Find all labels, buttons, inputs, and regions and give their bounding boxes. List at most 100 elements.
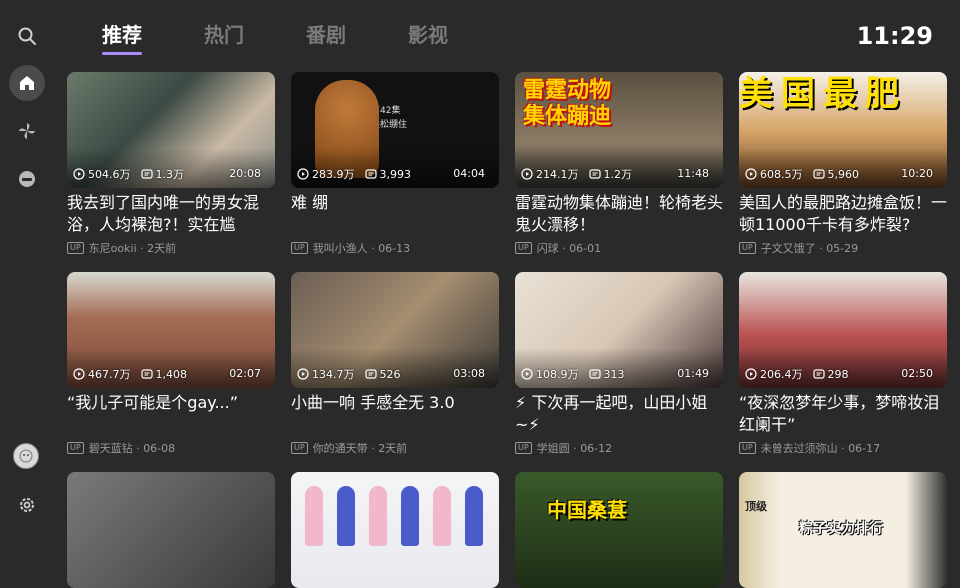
video-author[interactable]: 闪球	[537, 240, 559, 256]
up-badge: UP	[291, 442, 308, 454]
meta-separator: ·	[837, 441, 849, 455]
video-card[interactable]: 美国最肥 608.5万 5,960 10:20 美国人的最肥路边摊盒饭！一顿11…	[739, 72, 947, 256]
video-title[interactable]: 难 绷	[291, 192, 499, 236]
meta-separator: ·	[136, 241, 148, 255]
view-count: 134.7万	[312, 368, 355, 381]
video-meta: UP 我叫小渔人 · 06-13	[291, 240, 499, 256]
video-author[interactable]: 未曾去过须弥山	[761, 440, 838, 456]
video-date: 05-29	[826, 241, 859, 255]
danmaku-count: 5,960	[827, 167, 860, 181]
video-thumbnail[interactable]: 467.7万 1,408 02:07	[67, 272, 275, 388]
video-author[interactable]: 你的通天带	[313, 440, 368, 456]
view-count: 504.6万	[88, 168, 131, 181]
video-thumbnail[interactable]: 美国最肥 608.5万 5,960 10:20	[739, 72, 947, 188]
tab-movies[interactable]: 影视	[408, 20, 448, 50]
danmaku-icon	[364, 169, 377, 179]
dancer-figure	[337, 486, 355, 546]
video-card[interactable]: 467.7万 1,408 02:07 “我儿子可能是个gay...” UP 碧天…	[67, 272, 275, 456]
video-stats: 206.4万 298	[745, 366, 849, 382]
meta-separator: ·	[367, 241, 379, 255]
tab-anime[interactable]: 番剧	[306, 20, 346, 50]
video-duration: 01:49	[677, 367, 709, 380]
video-title[interactable]: ⚡ 下次再一起吧，山田小姐~⚡	[515, 392, 723, 436]
video-stats: 214.1万 1.2万	[521, 166, 632, 182]
video-card[interactable]: 顶级 粽子实力排行	[739, 472, 947, 588]
video-duration: 11:48	[677, 167, 709, 180]
video-author[interactable]: 子文又饿了	[761, 240, 816, 256]
video-stats: 608.5万 5,960	[745, 166, 859, 182]
gear-icon	[20, 498, 34, 512]
video-title[interactable]: “我儿子可能是个gay...”	[67, 392, 275, 436]
danmaku-count: 313	[603, 367, 625, 381]
video-card[interactable]: 134.7万 526 03:08 小曲一响 手感全无 3.0 UP 你的通天带 …	[291, 272, 499, 456]
thumb-side-label: 顶级	[745, 500, 767, 513]
video-author[interactable]: 碧天蓝钻	[89, 440, 133, 456]
video-author[interactable]: 学姐圆	[537, 440, 570, 456]
video-thumbnail[interactable]: 108.9万 313 01:49	[515, 272, 723, 388]
home-icon	[20, 76, 34, 90]
video-thumbnail[interactable]	[291, 472, 499, 588]
video-card[interactable]: 504.6万 1.3万 20:08 我去到了国内唯一的男女混浴，人均裸泡?！实在…	[67, 72, 275, 256]
video-card[interactable]: 206.4万 298 02:50 “夜深忽梦年少事，梦啼妆泪红阑干” UP 未曾…	[739, 272, 947, 456]
clock: 11:29	[856, 22, 933, 50]
video-card[interactable]: 雷霆动物 集体蹦迪 214.1万 1.2万 11:48 雷霆动物集体蹦迪！轮椅老…	[515, 72, 723, 256]
danmaku-count: 1.3万	[155, 168, 185, 181]
video-thumbnail[interactable]: 504.6万 1.3万 20:08	[67, 72, 275, 188]
views-icon	[73, 368, 85, 380]
thumb-caption: 雷霆动物 集体蹦迪	[523, 78, 612, 129]
view-count: 214.1万	[536, 168, 579, 181]
search-button[interactable]	[9, 18, 45, 54]
sidebar-item-home[interactable]	[9, 65, 45, 101]
video-date: 2天前	[147, 242, 177, 255]
danmaku-icon	[588, 369, 601, 379]
meta-separator: ·	[815, 241, 827, 255]
video-title[interactable]: 雷霆动物集体蹦迪！轮椅老头鬼火漂移！	[515, 192, 723, 236]
video-card[interactable]: 中国桑葚	[515, 472, 723, 588]
video-title[interactable]: 我去到了国内唯一的男女混浴，人均裸泡?！实在尴尬。。。	[67, 192, 275, 236]
video-title[interactable]: “夜深忽梦年少事，梦啼妆泪红阑干”	[739, 392, 947, 436]
danmaku-count: 526	[379, 367, 401, 381]
up-badge: UP	[291, 242, 308, 254]
view-count: 206.4万	[760, 368, 803, 381]
video-card[interactable]	[291, 472, 499, 588]
tab-hot[interactable]: 热门	[204, 20, 244, 50]
video-thumbnail[interactable]: 中国桑葚	[515, 472, 723, 588]
video-author[interactable]: 我叫小渔人	[313, 240, 368, 256]
video-meta: UP 学姐圆 · 06-12	[515, 440, 723, 456]
video-thumbnail[interactable]: 134.7万 526 03:08	[291, 272, 499, 388]
sidebar	[0, 0, 54, 540]
video-stats: 504.6万 1.3万	[73, 166, 184, 182]
meta-separator: ·	[558, 241, 570, 255]
settings-button[interactable]	[9, 487, 45, 523]
views-icon	[745, 368, 757, 380]
video-meta: UP 闪球 · 06-01	[515, 240, 723, 256]
danmaku-icon	[812, 169, 825, 179]
danmaku-count: 3,993	[379, 167, 412, 181]
video-thumbnail[interactable]: 顶级 粽子实力排行	[739, 472, 947, 588]
tab-recommend[interactable]: 推荐	[102, 20, 142, 55]
dancer-figure	[369, 486, 387, 546]
video-thumbnail[interactable]	[67, 472, 275, 588]
video-title[interactable]: 美国人的最肥路边摊盒饭！一顿11000千卡有多炸裂?	[739, 192, 947, 236]
video-meta: UP 子文又饿了 · 05-29	[739, 240, 947, 256]
danmaku-count: 298	[827, 367, 849, 381]
avatar[interactable]	[13, 443, 39, 469]
video-title[interactable]: 小曲一响 手感全无 3.0	[291, 392, 499, 436]
video-card[interactable]: 第42集 轻松绷住 283.9万 3,993 04:04 难 绷 UP 我叫小渔…	[291, 72, 499, 256]
sidebar-item-pinwheel[interactable]	[9, 113, 45, 149]
up-badge: UP	[515, 442, 532, 454]
video-card[interactable]	[67, 472, 275, 588]
video-date: 06-08	[143, 441, 176, 455]
danmaku-icon	[588, 169, 601, 179]
video-author[interactable]: 东尼ookii	[89, 240, 137, 256]
video-card[interactable]: 108.9万 313 01:49 ⚡ 下次再一起吧，山田小姐~⚡ UP 学姐圆 …	[515, 272, 723, 456]
video-duration: 02:50	[901, 367, 933, 380]
video-stats: 134.7万 526	[297, 366, 401, 382]
video-date: 2天前	[378, 442, 408, 455]
video-duration: 02:07	[229, 367, 261, 380]
video-meta: UP 东尼ookii · 2天前	[67, 240, 275, 256]
video-thumbnail[interactable]: 第42集 轻松绷住 283.9万 3,993 04:04	[291, 72, 499, 188]
video-thumbnail[interactable]: 206.4万 298 02:50	[739, 272, 947, 388]
sidebar-item-bowl[interactable]	[9, 161, 45, 197]
video-thumbnail[interactable]: 雷霆动物 集体蹦迪 214.1万 1.2万 11:48	[515, 72, 723, 188]
